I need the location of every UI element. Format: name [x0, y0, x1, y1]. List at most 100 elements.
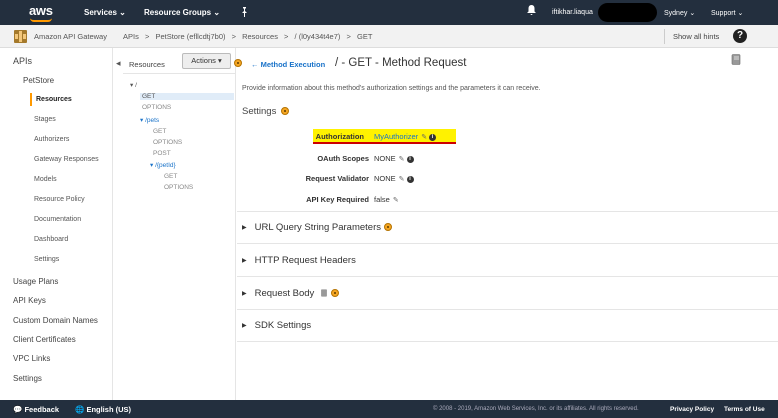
feedback-button[interactable]: 💬 Feedback [13, 405, 59, 414]
chevron-down-icon: ⌄ [119, 8, 126, 17]
tree-node-petid-get[interactable]: GET [164, 173, 177, 180]
support-menu[interactable]: Support ⌄ [711, 9, 743, 17]
tree-node-pets[interactable]: ▾ /pets [140, 116, 159, 124]
page-title: / - GET - Method Request [335, 57, 467, 69]
copyright-text: © 2008 - 2019, Amazon Web Services, Inc.… [433, 406, 639, 412]
collapse-sidebar-icon[interactable]: ◂ [116, 58, 121, 69]
breadcrumb-apis[interactable]: APIs [123, 32, 139, 41]
section-request-body[interactable]: ▶ Request Body [242, 288, 778, 299]
speech-bubble-icon: 💬 [13, 405, 25, 414]
hint-icon[interactable] [330, 289, 339, 298]
sidebar-item-documentation[interactable]: Documentation [34, 216, 81, 223]
sidebar-item-api-keys[interactable]: API Keys [13, 296, 46, 305]
breadcrumb-api[interactable]: PetStore (efllcdtj7b0) [155, 32, 225, 41]
sidebar-item-settings[interactable]: Settings [13, 374, 42, 383]
divider [237, 211, 778, 212]
show-all-hints-button[interactable]: Show all hints [673, 32, 719, 41]
breadcrumb-separator: > [284, 32, 289, 41]
sidebar-item-custom-domain-names[interactable]: Custom Domain Names [13, 316, 98, 325]
footer: 💬 Feedback 🌐 English (US) © 2008 - 2019,… [0, 400, 778, 418]
sidebar-item-vpc-links[interactable]: VPC Links [13, 354, 50, 363]
oauth-scopes-label: OAuth Scopes [317, 154, 369, 163]
breadcrumb-bar: Amazon API Gateway APIs > PetStore (efll… [0, 25, 778, 48]
tree-node-root[interactable]: ▾ / [130, 81, 137, 89]
account-menu[interactable]: iftikhar.liaqua [552, 9, 593, 16]
settings-heading: Settings [242, 106, 289, 117]
globe-icon: 🌐 [75, 405, 87, 414]
api-key-required-value: false ✎ [374, 195, 399, 204]
sidebar-item-resource-policy[interactable]: Resource Policy [34, 196, 85, 203]
sidebar-item-models[interactable]: Models [34, 176, 57, 183]
divider [237, 341, 778, 342]
tree-node-root-get[interactable]: GET [140, 93, 234, 100]
section-http-request-headers[interactable]: ▶ HTTP Request Headers [242, 255, 778, 266]
info-icon[interactable]: i [406, 155, 414, 163]
pin-icon[interactable] [240, 7, 249, 17]
sidebar-item-usage-plans[interactable]: Usage Plans [13, 277, 58, 286]
language-selector[interactable]: 🌐 English (US) [75, 405, 131, 414]
breadcrumb-separator: > [346, 32, 351, 41]
breadcrumb-method: GET [356, 32, 373, 41]
expand-caret-icon: ▶ [242, 290, 247, 297]
tree-node-pets-get[interactable]: GET [153, 128, 166, 135]
region-menu[interactable]: Sydney ⌄ [664, 9, 695, 17]
help-icon[interactable]: ? [733, 29, 747, 43]
actions-dropdown[interactable]: Actions ▾ [182, 53, 231, 69]
sidebar: APIs PetStore Resources Stages Authorize… [0, 48, 113, 400]
sidebar-item-petstore[interactable]: PetStore [23, 76, 54, 85]
tree-node-root-options[interactable]: OPTIONS [142, 104, 171, 111]
section-url-query-string-parameters[interactable]: ▶ URL Query String Parameters [242, 222, 778, 233]
documentation-book-icon[interactable] [731, 54, 741, 65]
sidebar-item-authorizers[interactable]: Authorizers [34, 136, 69, 143]
sidebar-item-gateway-responses[interactable]: Gateway Responses [34, 156, 99, 163]
oauth-scopes-value: NONE ✎ i [374, 154, 414, 163]
top-nav-bar: aws Services ⌄ Resource Groups ⌄ iftikha… [0, 0, 778, 25]
sidebar-item-stages[interactable]: Stages [34, 116, 56, 123]
documentation-book-icon[interactable] [320, 289, 328, 298]
expand-caret-icon: ▶ [242, 322, 247, 329]
sidebar-item-apis[interactable]: APIs [13, 56, 32, 66]
chevron-down-icon: ⌄ [213, 8, 221, 17]
tree-node-petid-options[interactable]: OPTIONS [164, 184, 193, 191]
info-icon[interactable]: i [406, 175, 414, 183]
breadcrumb-service[interactable]: Amazon API Gateway [34, 32, 107, 41]
request-validator-label: Request Validator [305, 174, 369, 183]
divider [664, 29, 665, 44]
authorization-value[interactable]: MyAuthorizer ✎ i [374, 132, 437, 141]
edit-pencil-icon[interactable]: ✎ [393, 196, 399, 204]
resource-groups-menu[interactable]: Resource Groups ⌄ [144, 8, 220, 17]
sidebar-item-client-certificates[interactable]: Client Certificates [13, 335, 76, 344]
hint-icon[interactable] [280, 107, 289, 116]
sidebar-item-dashboard[interactable]: Dashboard [34, 236, 68, 243]
breadcrumb-resource[interactable]: / (l0y434t4e7) [295, 32, 341, 41]
divider [237, 309, 778, 310]
method-execution-link[interactable]: ← Method Execution [251, 60, 325, 69]
sidebar-item-api-settings[interactable]: Settings [34, 256, 59, 263]
sidebar-item-resources[interactable]: Resources [36, 96, 72, 103]
edit-pencil-icon[interactable]: ✎ [399, 155, 405, 163]
edit-pencil-icon[interactable]: ✎ [399, 175, 405, 183]
authorization-label: Authorization [315, 132, 364, 141]
hint-icon[interactable] [383, 223, 392, 232]
divider [237, 243, 778, 244]
request-validator-value: NONE ✎ i [374, 174, 414, 183]
section-sdk-settings[interactable]: ▶ SDK Settings [242, 320, 778, 331]
page-description: Provide information about this method's … [242, 85, 541, 92]
terms-of-use-link[interactable]: Terms of Use [724, 406, 765, 413]
info-icon[interactable]: i [429, 133, 437, 141]
tree-node-petid[interactable]: ▾ /{petId} [150, 161, 176, 169]
services-menu[interactable]: Services ⌄ [84, 8, 126, 17]
edit-pencil-icon[interactable]: ✎ [421, 133, 427, 141]
aws-logo[interactable]: aws [29, 3, 53, 18]
bell-icon[interactable] [527, 5, 536, 16]
aws-logo-smile [30, 18, 52, 22]
api-gateway-icon [14, 30, 27, 43]
breadcrumb-resources[interactable]: Resources [242, 32, 278, 41]
resource-tree-panel: Resources Actions ▾ ▾ / GET OPTIONS ▾ /p… [123, 48, 242, 400]
privacy-policy-link[interactable]: Privacy Policy [670, 406, 714, 413]
chevron-down-icon: ⌄ [737, 10, 744, 17]
redacted-account-mask [598, 3, 657, 22]
resources-heading: Resources [129, 60, 165, 69]
tree-node-pets-post[interactable]: POST [153, 150, 171, 157]
tree-node-pets-options[interactable]: OPTIONS [153, 139, 182, 146]
